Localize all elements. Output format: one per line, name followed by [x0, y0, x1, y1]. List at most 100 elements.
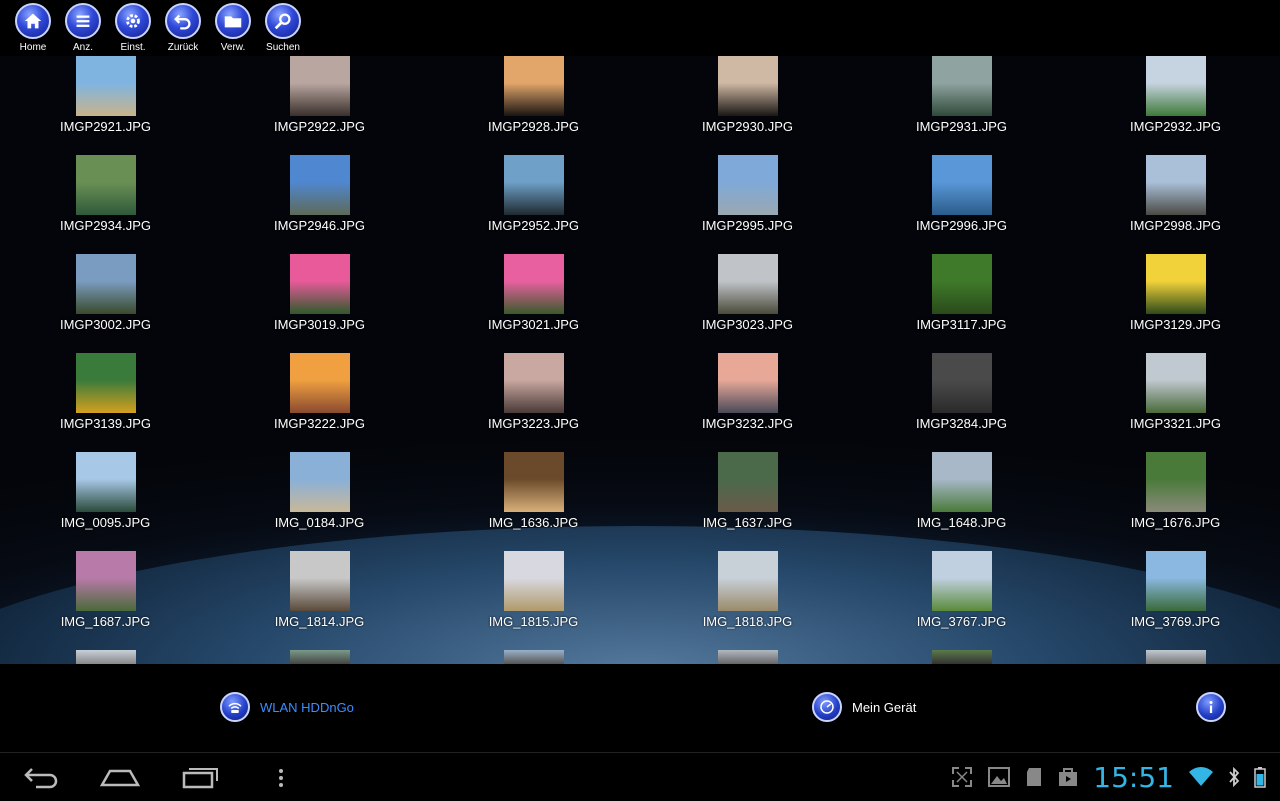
image-thumbnail[interactable]	[931, 56, 992, 116]
file-item[interactable]: IMGP2928.JPG	[425, 56, 642, 155]
image-thumbnail[interactable]	[717, 650, 778, 664]
file-item[interactable]: IMGP2995.JPG	[639, 155, 856, 254]
file-grid-area[interactable]: IMGP2921.JPG IMGP2922.JPG IMGP2928.JPG IMGP…	[0, 56, 1280, 664]
image-thumbnail[interactable]	[717, 254, 778, 314]
file-item-partial[interactable]	[0, 650, 214, 664]
image-thumbnail[interactable]	[503, 56, 564, 116]
file-item[interactable]: IMGP3223.JPG	[425, 353, 642, 452]
file-item[interactable]: IMGP3019.JPG	[211, 254, 428, 353]
file-item[interactable]: IMG_1636.JPG	[425, 452, 642, 551]
nav-home-button[interactable]	[99, 763, 141, 796]
image-thumbnail[interactable]	[503, 452, 564, 512]
image-thumbnail[interactable]	[503, 353, 564, 413]
file-item[interactable]: IMGP2946.JPG	[211, 155, 428, 254]
file-item[interactable]: IMGP2922.JPG	[211, 56, 428, 155]
image-thumbnail[interactable]	[931, 551, 992, 611]
image-thumbnail[interactable]	[931, 155, 992, 215]
view-button[interactable]: Anz.	[58, 0, 108, 56]
file-item[interactable]: IMG_1687.JPG	[0, 551, 214, 650]
file-item[interactable]: IMGP3284.JPG	[853, 353, 1070, 452]
image-thumbnail[interactable]	[931, 254, 992, 314]
back-button[interactable]: Zurück	[158, 0, 208, 56]
image-thumbnail[interactable]	[75, 155, 136, 215]
image-thumbnail[interactable]	[289, 56, 350, 116]
file-item[interactable]: IMGP2931.JPG	[853, 56, 1070, 155]
nav-menu-button[interactable]	[276, 763, 286, 796]
image-thumbnail[interactable]	[75, 353, 136, 413]
file-item[interactable]: IMGP2996.JPG	[853, 155, 1070, 254]
file-item[interactable]: IMGP2930.JPG	[639, 56, 856, 155]
image-thumbnail[interactable]	[289, 551, 350, 611]
image-thumbnail[interactable]	[503, 155, 564, 215]
image-thumbnail[interactable]	[717, 551, 778, 611]
image-thumbnail[interactable]	[289, 353, 350, 413]
image-thumbnail[interactable]	[1145, 650, 1206, 664]
image-thumbnail[interactable]	[75, 650, 136, 664]
file-item[interactable]: IMGP3232.JPG	[639, 353, 856, 452]
image-thumbnail[interactable]	[75, 551, 136, 611]
my-device-button[interactable]: Mein Gerät	[812, 692, 916, 722]
status-area[interactable]: 15:51	[951, 753, 1280, 801]
image-thumbnail[interactable]	[289, 155, 350, 215]
image-thumbnail[interactable]	[1145, 56, 1206, 116]
image-thumbnail[interactable]	[1145, 254, 1206, 314]
file-item[interactable]: IMGP3021.JPG	[425, 254, 642, 353]
file-item-partial[interactable]	[639, 650, 856, 664]
file-item[interactable]: IMGP3139.JPG	[0, 353, 214, 452]
image-thumbnail[interactable]	[717, 452, 778, 512]
image-thumbnail[interactable]	[1145, 353, 1206, 413]
image-thumbnail[interactable]	[289, 650, 350, 664]
file-item[interactable]: IMG_1814.JPG	[211, 551, 428, 650]
file-item-partial[interactable]	[853, 650, 1070, 664]
image-thumbnail[interactable]	[717, 353, 778, 413]
image-thumbnail[interactable]	[931, 650, 992, 664]
file-item[interactable]: IMGP3117.JPG	[853, 254, 1070, 353]
manage-button[interactable]: Verw.	[208, 0, 258, 56]
file-item-partial[interactable]	[1067, 650, 1280, 664]
file-item[interactable]: IMGP3023.JPG	[639, 254, 856, 353]
nav-back-button[interactable]	[22, 763, 60, 796]
file-item[interactable]: IMGP2952.JPG	[425, 155, 642, 254]
file-item[interactable]: IMGP2932.JPG	[1067, 56, 1280, 155]
file-item[interactable]: IMGP2934.JPG	[0, 155, 214, 254]
image-thumbnail[interactable]	[717, 155, 778, 215]
file-item[interactable]: IMG_3769.JPG	[1067, 551, 1280, 650]
image-thumbnail[interactable]	[289, 452, 350, 512]
image-thumbnail[interactable]	[931, 452, 992, 512]
file-item-partial[interactable]	[211, 650, 428, 664]
wlan-hddngo-button[interactable]: WLAN HDDnGo	[220, 692, 354, 722]
image-thumbnail[interactable]	[75, 56, 136, 116]
image-thumbnail[interactable]	[75, 254, 136, 314]
file-item[interactable]: IMG_1676.JPG	[1067, 452, 1280, 551]
image-thumbnail[interactable]	[503, 254, 564, 314]
file-item[interactable]: IMGP3321.JPG	[1067, 353, 1280, 452]
file-item[interactable]: IMGP2921.JPG	[0, 56, 214, 155]
file-item[interactable]: IMGP3129.JPG	[1067, 254, 1280, 353]
file-item[interactable]: IMG_1818.JPG	[639, 551, 856, 650]
image-thumbnail[interactable]	[1145, 155, 1206, 215]
search-button[interactable]: Suchen	[258, 0, 308, 56]
file-item[interactable]: IMG_1815.JPG	[425, 551, 642, 650]
info-button[interactable]	[1196, 692, 1226, 722]
file-item[interactable]: IMG_3767.JPG	[853, 551, 1070, 650]
image-thumbnail[interactable]	[503, 650, 564, 664]
file-item[interactable]: IMGP3002.JPG	[0, 254, 214, 353]
image-thumbnail[interactable]	[1145, 551, 1206, 611]
top-toolbar: Home Anz. Einst. Zurück Verw. Suchen	[0, 0, 1280, 56]
image-thumbnail[interactable]	[1145, 452, 1206, 512]
home-button[interactable]: Home	[8, 0, 58, 56]
image-thumbnail[interactable]	[931, 353, 992, 413]
file-item[interactable]: IMG_1648.JPG	[853, 452, 1070, 551]
image-thumbnail[interactable]	[75, 452, 136, 512]
image-thumbnail[interactable]	[289, 254, 350, 314]
file-item-partial[interactable]	[425, 650, 642, 664]
file-item[interactable]: IMG_0095.JPG	[0, 452, 214, 551]
file-item[interactable]: IMGP3222.JPG	[211, 353, 428, 452]
file-item[interactable]: IMG_1637.JPG	[639, 452, 856, 551]
file-item[interactable]: IMGP2998.JPG	[1067, 155, 1280, 254]
image-thumbnail[interactable]	[503, 551, 564, 611]
image-thumbnail[interactable]	[717, 56, 778, 116]
settings-button[interactable]: Einst.	[108, 0, 158, 56]
nav-recents-button[interactable]	[182, 763, 220, 796]
file-item[interactable]: IMG_0184.JPG	[211, 452, 428, 551]
